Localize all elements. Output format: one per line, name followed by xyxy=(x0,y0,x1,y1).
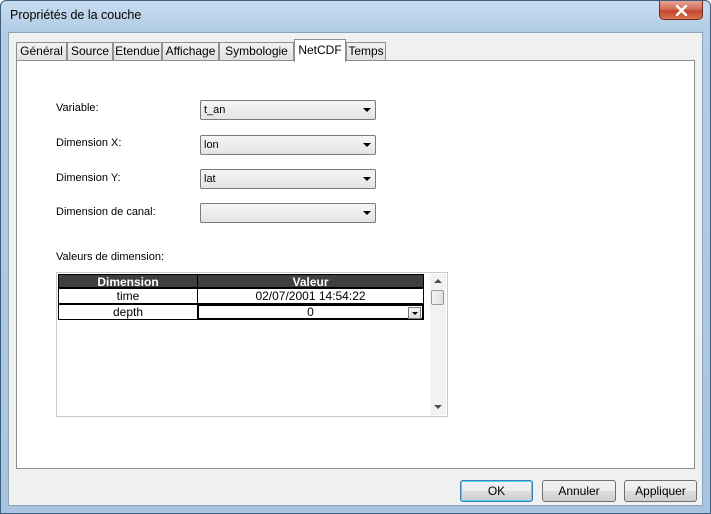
tab-etendue[interactable]: Etendue xyxy=(113,42,162,61)
tab-general[interactable]: Général xyxy=(16,42,67,61)
tab-affichage[interactable]: Affichage xyxy=(162,42,219,61)
grid-cell-value-editing[interactable]: 0 xyxy=(197,304,424,320)
close-button[interactable] xyxy=(659,1,703,20)
dimension-y-value: lat xyxy=(204,173,216,185)
band-dimension-label: Dimension de canal: xyxy=(56,206,156,218)
ok-button[interactable]: OK xyxy=(460,480,533,502)
chevron-down-icon[interactable] xyxy=(408,307,421,319)
band-dimension-select[interactable] xyxy=(200,203,376,223)
tab-netcdf[interactable]: NetCDF xyxy=(294,39,346,62)
grid-cell-dimension: depth xyxy=(58,304,198,320)
variable-select[interactable]: t_an xyxy=(200,100,376,120)
chevron-down-icon xyxy=(363,143,371,147)
chevron-down-icon xyxy=(363,211,371,215)
netcdf-panel: Variable: t_an Dimension X: lon Dimensio… xyxy=(16,60,695,469)
scroll-up-icon[interactable] xyxy=(434,279,442,283)
grid-cell-value-text: 0 xyxy=(307,305,314,319)
close-icon xyxy=(675,5,688,16)
window-title: Propriétés de la couche xyxy=(10,8,142,22)
tab-symbologie[interactable]: Symbologie xyxy=(219,42,294,61)
title-bar[interactable]: Propriétés de la couche xyxy=(1,1,710,31)
chevron-down-icon xyxy=(363,108,371,112)
dimension-x-label: Dimension X: xyxy=(56,137,122,149)
dialog-client: Général Source Etendue Affichage Symbolo… xyxy=(8,32,703,506)
tab-source[interactable]: Source xyxy=(67,42,113,61)
dimension-y-label: Dimension Y: xyxy=(56,172,121,184)
vertical-scrollbar[interactable] xyxy=(430,274,446,415)
scroll-thumb[interactable] xyxy=(431,290,444,305)
dimension-y-select[interactable]: lat xyxy=(200,169,376,189)
grid-cell-value[interactable]: 02/07/2001 14:54:22 xyxy=(197,288,424,304)
dimension-x-value: lon xyxy=(204,139,219,151)
grid-header-dimension[interactable]: Dimension xyxy=(58,274,198,289)
grid-cell-dimension: time xyxy=(58,288,198,304)
apply-button[interactable]: Appliquer xyxy=(624,480,697,502)
dimension-values-grid: Dimension Valeur time 02/07/2001 14:54:2… xyxy=(56,272,448,417)
dimension-x-select[interactable]: lon xyxy=(200,135,376,155)
dialog-window: Propriétés de la couche Général Source E… xyxy=(0,0,711,514)
dimension-values-label: Valeurs de dimension: xyxy=(56,251,165,263)
chevron-down-icon xyxy=(363,177,371,181)
scroll-down-icon[interactable] xyxy=(434,405,442,409)
variable-label: Variable: xyxy=(56,102,99,114)
variable-select-value: t_an xyxy=(204,104,226,116)
grid-header-value[interactable]: Valeur xyxy=(197,274,424,289)
cancel-button[interactable]: Annuler xyxy=(542,480,616,502)
tab-temps[interactable]: Temps xyxy=(346,42,386,61)
